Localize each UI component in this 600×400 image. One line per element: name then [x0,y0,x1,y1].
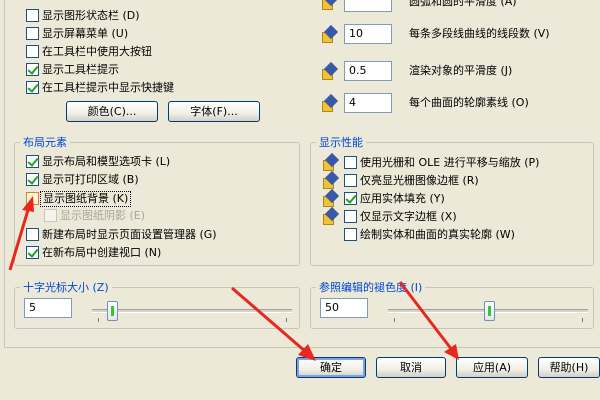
slider-tick [582,318,583,322]
paper-background-label: 显示图纸背景 (K) [40,191,132,207]
display-performance-title: 显示性能 [316,136,366,149]
help-button[interactable]: 帮助(H) [538,357,600,378]
shortcut-tooltips-label: 在工具栏提示中显示快捷键 [42,81,174,94]
true-silhouettes-label: 绘制实体和曲面的真实轮廓 (W) [360,228,515,241]
raster-frame-checkbox[interactable] [344,174,357,187]
slider-tick [98,318,99,322]
dialog-frame-bottom [4,347,600,348]
crosshair-size-slider[interactable] [107,301,118,321]
create-viewport-checkbox[interactable] [26,246,39,259]
arc-smoothness-field[interactable] [344,0,392,12]
rendered-smoothness-label: 渲染对象的平滑度 (J) [409,64,513,77]
paper-shadow-label: 显示图纸阴影 (E) [60,209,146,222]
display-setting-icon [321,206,340,227]
raster-frame-label: 仅亮显光栅图像边框 (R) [360,174,479,187]
display-setting-icon [320,93,339,114]
printable-area-checkbox[interactable] [26,173,39,186]
crosshair-size-title: 十字光标大小 (Z) [20,281,112,294]
screen-menu-label: 显示屏幕菜单 (U) [42,27,129,40]
text-frame-checkbox[interactable] [344,210,357,223]
polyline-segments-label: 每条多段线曲线的线段数 (V) [409,27,550,40]
polyline-segments-field[interactable]: 10 [344,24,392,44]
contour-lines-label: 每个曲面的轮廓素线 (O) [409,96,529,109]
arc-smoothness-label: 圆弧和圆的平滑度 (A) [409,0,517,8]
status-bar-label: 显示图形状态栏 (D) [42,9,140,22]
create-viewport-label: 在新布局中创建视口 (N) [42,246,162,259]
ok-button[interactable]: 确定 [296,357,366,378]
display-setting-icon [320,61,339,82]
page-setup-manager-checkbox[interactable] [26,228,39,241]
xref-fade-field[interactable]: 50 [320,298,368,318]
raster-ole-checkbox[interactable] [344,156,357,169]
solid-fill-label: 应用实体填充 (Y) [360,192,445,205]
shortcut-tooltips-checkbox[interactable] [26,81,39,94]
raster-ole-label: 使用光栅和 OLE 进行平移与缩放 (P) [360,156,540,169]
crosshair-size-track [92,309,292,313]
printable-area-label: 显示可打印区域 (B) [42,173,139,186]
display-setting-icon [321,188,340,209]
large-buttons-checkbox[interactable] [26,45,39,58]
paper-background-checkbox[interactable] [26,192,39,205]
paper-shadow-checkbox[interactable] [44,209,57,222]
rendered-smoothness-field[interactable]: 0.5 [344,61,392,81]
cancel-button[interactable]: 取消 [376,357,446,378]
crosshair-size-field[interactable]: 5 [24,298,72,318]
display-setting-icon [321,170,340,191]
display-setting-icon [321,152,340,173]
tooltips-checkbox[interactable] [26,63,39,76]
layout-tabs-checkbox[interactable] [26,155,39,168]
layout-elements-title: 布局元素 [20,136,70,149]
true-silhouettes-checkbox[interactable] [344,228,357,241]
screen-menu-checkbox[interactable] [26,27,39,40]
xref-fade-slider[interactable] [484,301,495,321]
text-frame-label: 仅显示文字边框 (X) [360,210,457,223]
contour-lines-field[interactable]: 4 [344,93,392,113]
slider-tick [286,318,287,322]
dialog-frame-left [4,0,5,348]
status-bar-checkbox[interactable] [26,9,39,22]
page-setup-manager-label: 新建布局时显示页面设置管理器 (G) [42,228,217,241]
fonts-button[interactable]: 字体(F)... [168,101,260,122]
tooltips-label: 显示工具栏提示 [42,63,119,76]
colors-button[interactable]: 颜色(C)... [66,101,158,122]
display-setting-icon [320,24,339,45]
slider-tick [394,318,395,322]
large-buttons-label: 在工具栏中使用大按钮 [42,45,152,58]
display-setting-icon [320,0,339,12]
solid-fill-checkbox[interactable] [344,192,357,205]
apply-button[interactable]: 应用(A) [456,357,528,378]
xref-fade-title: 参照编辑的褪色度 (I) [316,281,426,294]
layout-tabs-label: 显示布局和模型选项卡 (L) [42,155,171,168]
